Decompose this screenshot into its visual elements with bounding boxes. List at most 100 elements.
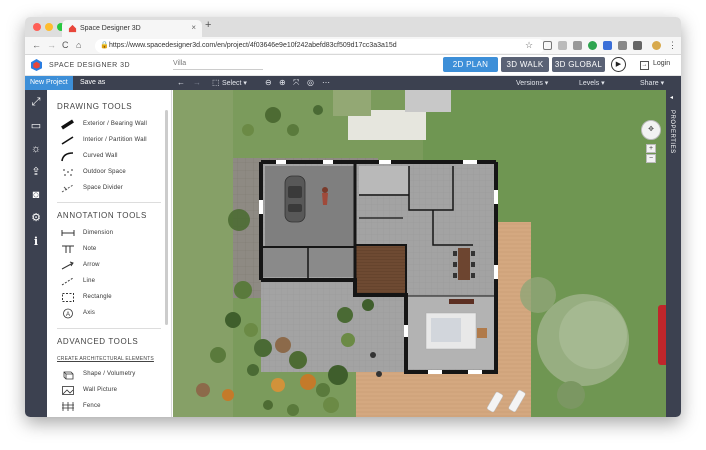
tool-label: Axis <box>83 310 96 316</box>
select-dropdown[interactable]: Select ▾ <box>222 79 247 87</box>
redo-icon[interactable]: → <box>193 78 201 87</box>
extension-grid-icon[interactable] <box>633 41 642 50</box>
levels-dropdown[interactable]: Levels ▾ <box>579 79 605 87</box>
browser-menu-icon[interactable]: ⋮ <box>668 40 677 51</box>
red-car <box>658 305 666 365</box>
tool-label: Shape / Volumetry <box>83 371 136 377</box>
lawn-west <box>173 90 233 417</box>
properties-sidebar[interactable]: ◂ PROPERTIES <box>666 90 681 417</box>
more-options-icon[interactable]: ⋯ <box>322 78 330 87</box>
lock-icon: 🔒 <box>100 42 109 49</box>
rectangle-icon <box>62 293 74 302</box>
extension-f-icon[interactable] <box>618 41 627 50</box>
login-button[interactable]: → Login <box>640 60 670 70</box>
extension-check-icon[interactable] <box>603 41 612 50</box>
advanced-tools-heading: ADVANCED TOOLS <box>57 337 139 346</box>
car <box>284 175 306 223</box>
floor-plan-drawing <box>173 90 666 417</box>
extension-list-icon[interactable] <box>573 41 582 50</box>
share-dropdown[interactable]: Share ▾ <box>640 79 664 87</box>
thin-wall-icon <box>61 136 74 145</box>
sun-icon[interactable]: ☼ <box>29 142 43 156</box>
settings-icon[interactable]: ⚙ <box>29 211 43 225</box>
extension-screen-icon[interactable] <box>543 41 552 50</box>
zoom-in-icon[interactable]: ⊕ <box>279 78 286 87</box>
versions-dropdown[interactable]: Versions ▾ <box>516 79 548 87</box>
sofa-icon[interactable]: ▭ <box>29 119 43 133</box>
person-figure <box>322 187 328 205</box>
forward-icon[interactable]: → <box>47 40 56 50</box>
tool-label: Arrow <box>83 262 100 268</box>
floor-plan-canvas[interactable] <box>173 90 666 417</box>
left-icon-rail: ⤢ ▭ ☼ ⇪ ◙ ⚙ i <box>25 90 47 417</box>
back-icon[interactable]: ← <box>32 40 41 50</box>
staircase <box>356 245 406 295</box>
fence-icon <box>62 402 74 411</box>
login-label: Login <box>653 60 671 67</box>
mode-3d-global-button[interactable]: 3D GLOBAL <box>552 57 605 72</box>
utility-room-floor <box>263 247 355 277</box>
tab-close-icon[interactable]: × <box>191 23 196 32</box>
thick-wall-icon <box>61 119 74 130</box>
tool-label: Fence <box>83 403 101 409</box>
play-button[interactable]: ▶ <box>611 57 626 72</box>
window-close-button[interactable] <box>33 23 41 31</box>
fit-screen-icon[interactable]: ⤧ <box>293 78 299 88</box>
dining-table <box>453 248 475 280</box>
export-icon[interactable]: ⇪ <box>29 165 43 179</box>
brand-logo-icon <box>31 59 42 71</box>
space-divider-icon <box>61 184 74 193</box>
url-field[interactable]: 🔒 https://www.spacedesigner3d.com/en/pro… <box>95 39 545 53</box>
properties-label: PROPERTIES <box>669 110 675 154</box>
expand-icon[interactable]: ⤢ <box>29 95 43 109</box>
canvas-zoom-out-button[interactable]: − <box>646 154 656 163</box>
tool-label: Exterior / Bearing Wall <box>83 121 148 127</box>
path-slab <box>405 90 451 112</box>
pan-navigation-control[interactable]: ✥ <box>641 120 661 140</box>
mode-2d-plan-button[interactable]: 2D PLAN <box>443 57 498 72</box>
tool-label: Line <box>83 278 96 284</box>
create-architectural-elements-link[interactable]: CREATE ARCHITECTURAL ELEMENTS <box>57 356 154 362</box>
wall-picture-icon <box>62 386 74 395</box>
svg-text:A: A <box>66 312 70 318</box>
info-icon[interactable]: i <box>29 235 43 249</box>
save-as-button[interactable]: Save as <box>80 79 105 86</box>
window-minimize-button[interactable] <box>45 23 53 31</box>
tab-title: Space Designer 3D <box>80 25 141 32</box>
undo-icon[interactable]: ← <box>177 78 185 87</box>
dimension-icon <box>61 230 75 236</box>
note-icon <box>62 245 74 253</box>
garden-bed <box>333 90 371 116</box>
tool-label: Interior / Partition Wall <box>83 137 147 143</box>
browser-tab[interactable]: Space Designer 3D × <box>62 20 202 37</box>
drawing-tools-heading: DRAWING TOOLS <box>57 102 133 111</box>
home-icon[interactable]: ⌂ <box>76 40 81 50</box>
new-tab-button[interactable]: + <box>205 19 211 31</box>
reload-icon[interactable]: C <box>62 40 69 50</box>
collapse-arrow-icon[interactable]: ◂ <box>670 94 673 101</box>
url-text: https://www.spacedesigner3d.com/en/proje… <box>109 42 397 49</box>
curved-wall-icon <box>61 152 74 162</box>
center-icon[interactable]: ◎ <box>307 78 314 87</box>
extension-video-icon[interactable] <box>558 41 567 50</box>
mode-3d-walk-button[interactable]: 3D WALK <box>501 57 549 72</box>
browser-tab-bar: Space Designer 3D × + <box>25 17 681 37</box>
canvas-zoom-in-button[interactable]: + <box>646 144 656 153</box>
tool-label: Outdoor Space <box>83 169 126 175</box>
tool-label: Rectangle <box>83 294 112 300</box>
profile-avatar[interactable] <box>652 41 661 50</box>
bookmark-star-icon[interactable]: ☆ <box>525 40 533 51</box>
select-icon[interactable]: ⬚ <box>212 78 220 87</box>
zoom-out-icon[interactable]: ⊖ <box>265 78 272 87</box>
panel-scrollbar[interactable] <box>165 110 168 325</box>
browser-window: Space Designer 3D × + ← → C ⌂ 🔒 https://… <box>25 17 681 417</box>
extension-grammarly-icon[interactable] <box>588 41 597 50</box>
house-favicon-icon <box>68 24 77 33</box>
new-project-button[interactable]: New Project <box>25 76 73 90</box>
section-divider <box>57 328 161 329</box>
project-name-field[interactable]: Villa <box>173 58 263 70</box>
tool-label: Space Divider <box>83 185 123 191</box>
camera-icon[interactable]: ◙ <box>29 188 43 202</box>
app-header: SPACE DESIGNER 3D Villa 2D PLAN 3D WALK … <box>25 55 681 76</box>
tools-panel: DRAWING TOOLS Exterior / Bearing Wall In… <box>47 90 172 417</box>
